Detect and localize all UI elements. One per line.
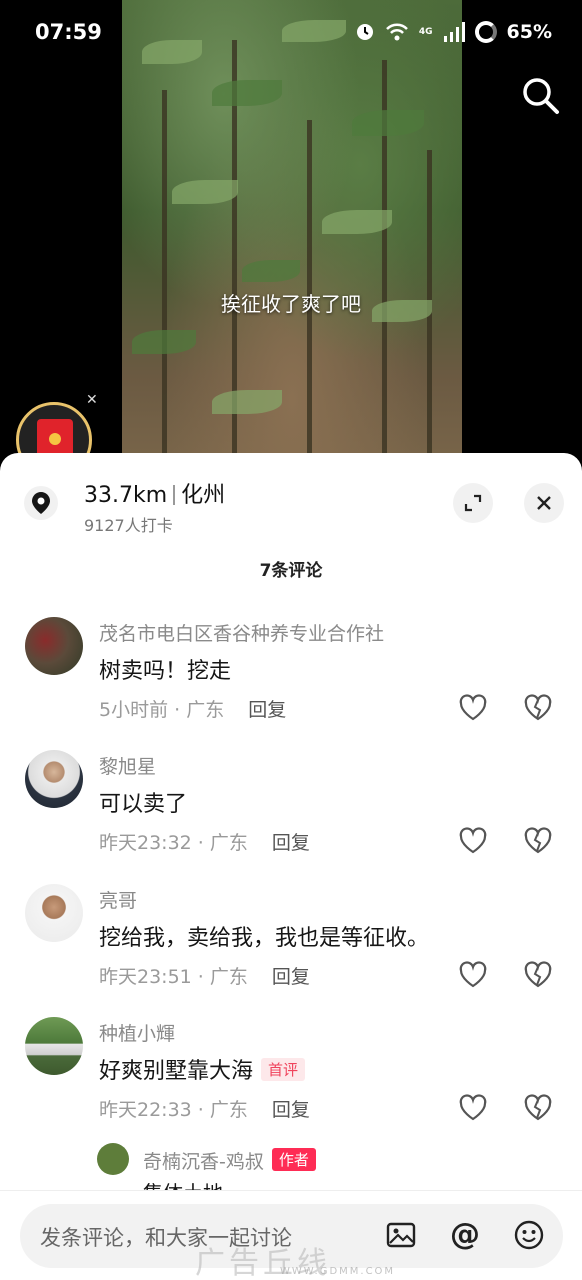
reply-button[interactable]: 回复 [272, 1099, 310, 1121]
expand-icon [464, 494, 482, 512]
comment-text: 树卖吗！挖走 [99, 659, 232, 684]
wifi-icon [385, 23, 408, 41]
comment-meta: 昨天23:51 · 广东 回复 [99, 962, 310, 989]
leaf [132, 330, 196, 354]
close-icon[interactable]: ✕ [86, 392, 98, 408]
alarm-icon [356, 24, 373, 40]
battery-icon [474, 21, 497, 43]
comment-time: 昨天22:33 · 广东 [99, 1099, 248, 1121]
status-icons: 4G 65% [355, 21, 552, 43]
avatar[interactable] [25, 884, 83, 942]
mention-icon[interactable]: @ [448, 1218, 482, 1252]
video-caption: 挨征收了爽了吧 [221, 292, 361, 316]
close-icon [537, 496, 551, 510]
avatar[interactable] [97, 1143, 129, 1175]
location-city: 化州 [181, 483, 226, 508]
author-badge: 作者 [271, 1148, 316, 1171]
reply-username-row: 奇楠沉香-鸡叔 作者 [143, 1147, 316, 1174]
broken-heart-icon[interactable] [523, 960, 553, 990]
comment-username[interactable]: 亮哥 [99, 886, 137, 913]
leaf [322, 210, 392, 234]
heart-icon[interactable] [458, 826, 488, 856]
watermark-url: WWW.GDMM.COM [280, 1266, 396, 1277]
comment-time: 昨天23:51 · 广东 [99, 966, 248, 988]
reply-button[interactable]: 回复 [272, 832, 310, 854]
comment-sheet: 33.7km 化州 9127人打卡 7条评论 茂名市电白区香谷种养专业合作社 树卖… [0, 453, 582, 1280]
network-type: 4G [418, 27, 433, 37]
image-icon[interactable] [384, 1218, 418, 1252]
tree-trunk [162, 90, 167, 470]
location-distance: 33.7km [84, 483, 168, 508]
video-frame[interactable] [122, 0, 462, 470]
location-info[interactable]: 33.7km 化州 [84, 477, 225, 509]
heart-icon[interactable] [458, 960, 488, 990]
comment-meta: 5小时前 · 广东 回复 [99, 695, 286, 722]
expand-button[interactable] [453, 483, 493, 523]
avatar[interactable] [25, 750, 83, 808]
reply-button[interactable]: 回复 [248, 699, 286, 721]
status-time: 07:59 [35, 20, 102, 44]
emoji-icon[interactable] [512, 1218, 546, 1252]
comment-text-content: 好爽别墅靠大海 [99, 1059, 254, 1084]
status-bar: 07:59 4G 65% [0, 0, 582, 68]
heart-icon[interactable] [458, 1093, 488, 1123]
comment-text: 好爽别墅靠大海 首评 [99, 1053, 306, 1085]
comment-item: 亮哥 挖给我，卖给我，我也是等征收。 昨天23:51 · 广东 回复 [0, 884, 582, 1014]
comment-count: 7条评论 [259, 561, 323, 581]
leaf [352, 110, 424, 136]
broken-heart-icon[interactable] [523, 826, 553, 856]
comment-meta: 昨天23:32 · 广东 回复 [99, 828, 310, 855]
comment-item: 黎旭星 可以卖了 昨天23:32 · 广东 回复 [0, 750, 582, 880]
location-pin-icon [24, 486, 58, 520]
first-comment-badge: 首评 [261, 1058, 306, 1081]
leaf [172, 180, 238, 204]
broken-heart-icon[interactable] [523, 1093, 553, 1123]
reply-username[interactable]: 奇楠沉香-鸡叔 [143, 1151, 264, 1173]
avatar[interactable] [25, 617, 83, 675]
leaf [212, 80, 282, 106]
location-checkins: 9127人打卡 [84, 516, 173, 535]
battery-level: 65% [506, 21, 552, 43]
comment-text: 可以卖了 [99, 792, 188, 817]
divider [173, 485, 176, 505]
comment-username[interactable]: 茂名市电白区香谷种养专业合作社 [99, 619, 384, 646]
comment-username[interactable]: 种植小輝 [99, 1019, 175, 1046]
broken-heart-icon[interactable] [523, 693, 553, 723]
comment-text: 挖给我，卖给我，我也是等征收。 [99, 926, 430, 951]
heart-icon[interactable] [458, 693, 488, 723]
reply-button[interactable]: 回复 [272, 966, 310, 988]
avatar[interactable] [25, 1017, 83, 1075]
comment-item: 种植小輝 好爽别墅靠大海 首评 昨天22:33 · 广东 回复 [0, 1017, 582, 1147]
leaf [242, 260, 300, 282]
signal-icon [443, 22, 465, 42]
leaf [212, 390, 282, 414]
comment-time: 昨天23:32 · 广东 [99, 832, 248, 854]
close-button[interactable] [524, 483, 564, 523]
reply-item: 奇楠沉香-鸡叔作者 集体土地 [0, 1143, 582, 1205]
comment-time: 5小时前 · 广东 [99, 699, 225, 721]
comment-item: 茂名市电白区香谷种养专业合作社 树卖吗！挖走 5小时前 · 广东 回复 [0, 617, 582, 747]
comment-meta: 昨天22:33 · 广东 回复 [99, 1095, 310, 1122]
comment-username[interactable]: 黎旭星 [99, 752, 156, 779]
search-icon[interactable] [520, 75, 560, 115]
